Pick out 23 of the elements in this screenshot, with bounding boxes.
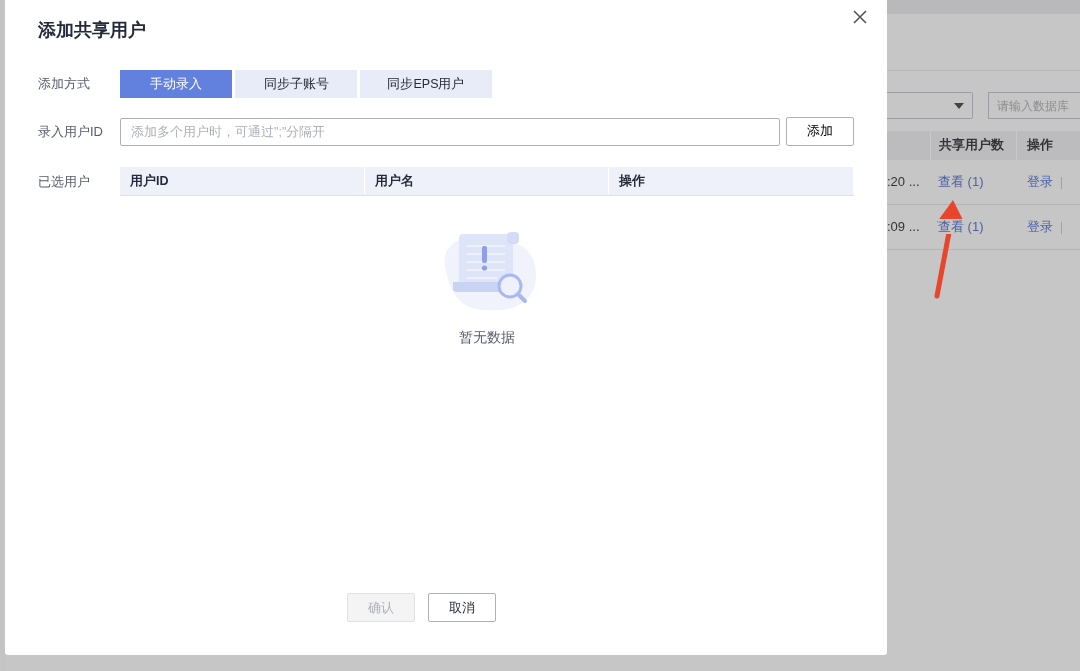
field-label: 录入用户ID <box>38 122 104 141</box>
method-tab[interactable]: 同步子账号 <box>235 70 357 98</box>
action-link[interactable]: 登录 <box>1027 174 1053 190</box>
column-header: 用户ID <box>120 167 365 195</box>
column-header: 操作 <box>609 167 854 195</box>
field-label: 已选用户 <box>38 173 91 191</box>
dialog-title: 添加共享用户 <box>38 19 147 42</box>
caret-icon <box>954 102 964 109</box>
user-id-input[interactable]: 添加多个用户时，可通过";"分隔开 <box>120 117 780 146</box>
method-tab[interactable]: 同步EPS用户 <box>360 70 492 98</box>
view-link[interactable]: 查看 (1) <box>938 174 984 190</box>
method-tab[interactable]: 手动录入 <box>120 70 232 98</box>
action-link[interactable]: 登录 <box>1027 219 1053 235</box>
cancel-button[interactable]: 取消 <box>427 593 496 622</box>
column-header: 共享用户数 <box>930 131 1017 160</box>
table-cell: :20 ... <box>887 174 920 190</box>
field-label: 添加方式 <box>38 75 91 94</box>
column-header: 用户名 <box>364 167 610 195</box>
table-cell: :09 ... <box>887 219 920 235</box>
add-button[interactable]: 添加 <box>786 117 854 146</box>
empty-message: 暂无数据 <box>459 329 515 347</box>
view-link[interactable]: 查看 (1) <box>938 219 984 235</box>
column-header: 操作 <box>1026 137 1054 154</box>
